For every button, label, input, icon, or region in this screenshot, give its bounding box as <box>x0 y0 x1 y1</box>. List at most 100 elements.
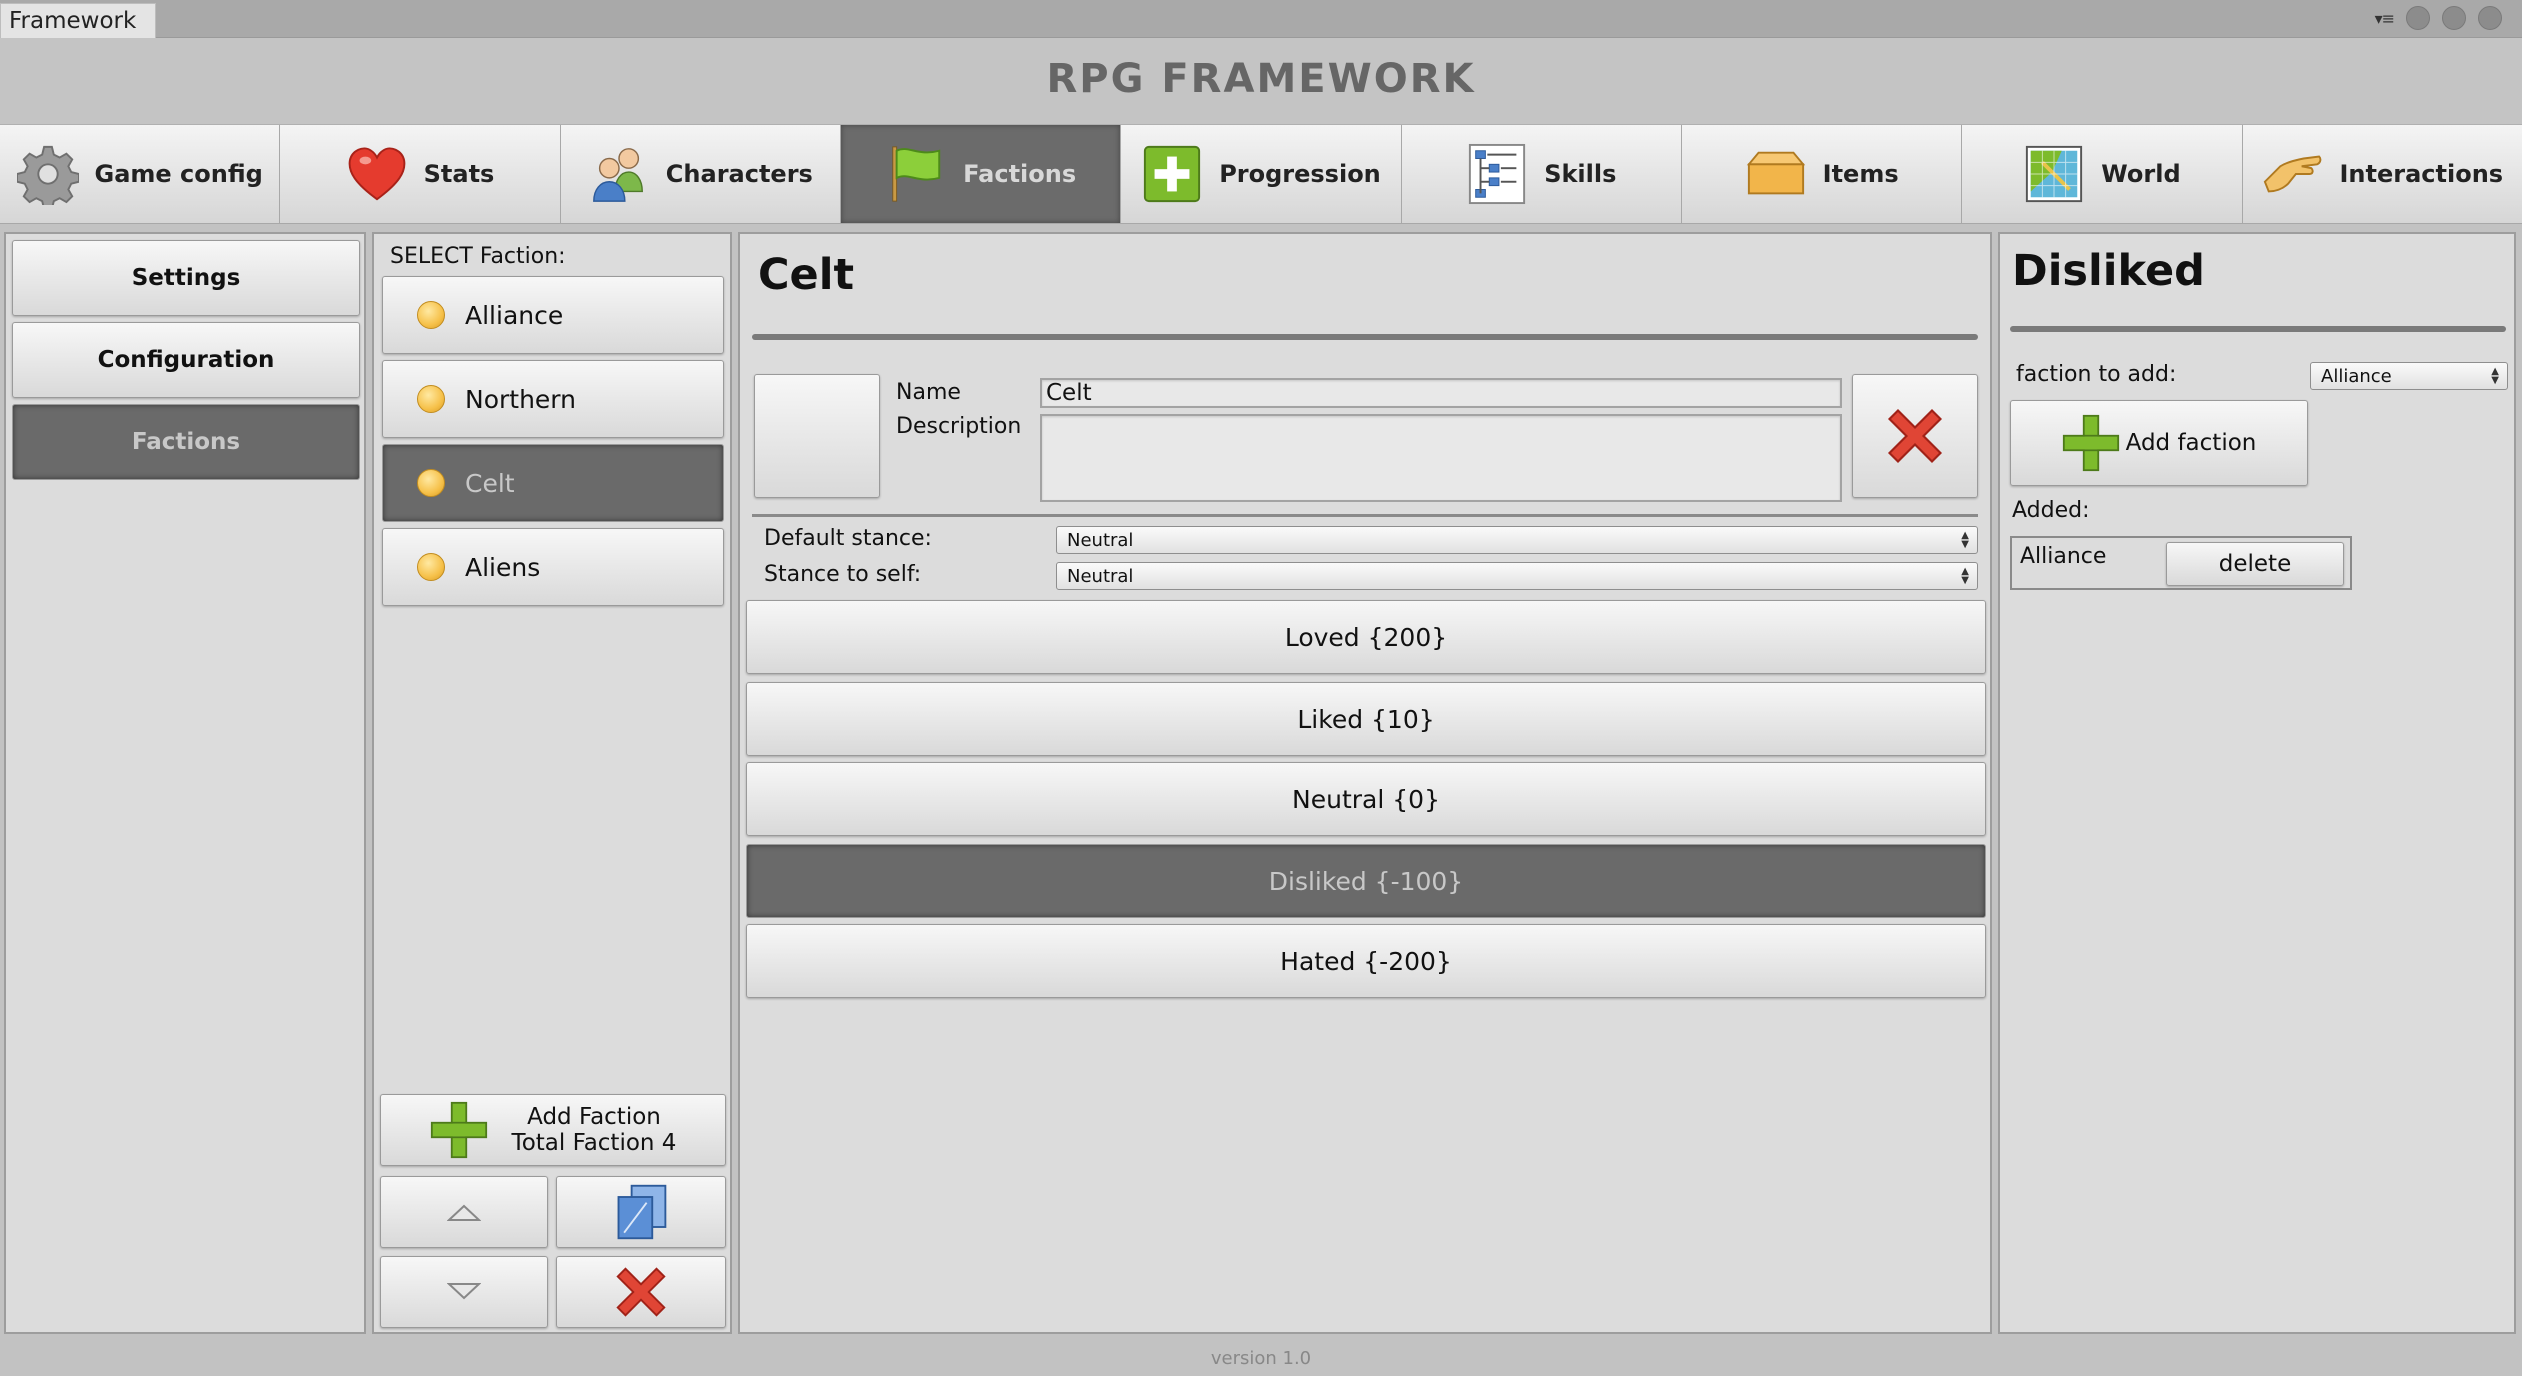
stance-to-self-value: Neutral <box>1067 565 1134 587</box>
faction-item-label: Alliance <box>465 300 564 330</box>
name-label: Name <box>896 380 961 405</box>
stance-hated-button[interactable]: Hated {-200} <box>746 924 1986 998</box>
tab-stats[interactable]: Stats <box>280 125 561 223</box>
close-icon <box>1887 408 1943 464</box>
tab-characters[interactable]: Characters <box>560 125 841 223</box>
faction-dot-icon <box>417 385 445 413</box>
chevron-up-icon <box>447 1204 481 1221</box>
box-icon <box>1746 151 1805 195</box>
sidebar-item-label: Configuration <box>97 347 275 373</box>
stance-loved-button[interactable]: Loved {200} <box>746 600 1986 674</box>
tab-game-config[interactable]: Game config <box>0 125 281 223</box>
faction-to-add-value: Alliance <box>2321 365 2392 387</box>
added-label: Added: <box>2012 498 2090 523</box>
faction-title: Celt <box>758 250 855 300</box>
description-field[interactable] <box>1040 414 1842 502</box>
window-titlebar <box>0 0 2522 38</box>
add-faction-button[interactable]: Add Faction Total Faction 4 <box>380 1094 726 1166</box>
tab-items[interactable]: Items <box>1681 125 1963 223</box>
stance-disliked-button[interactable]: Disliked {-100} <box>746 844 1986 918</box>
total-faction-count: Total Faction 4 <box>511 1130 677 1156</box>
faction-list-panel: SELECT Faction: Alliance Northern Celt A… <box>372 232 732 1334</box>
map-icon <box>2026 145 2083 203</box>
move-up-button[interactable] <box>380 1176 548 1248</box>
tab-world[interactable]: World <box>1962 125 2243 223</box>
plus-icon <box>2062 414 2119 472</box>
window-maximize-button[interactable] <box>2442 6 2466 30</box>
faction-list-header: SELECT Faction: <box>390 244 566 269</box>
users-icon <box>592 148 643 202</box>
move-down-button[interactable] <box>380 1256 548 1328</box>
delete-faction-button[interactable] <box>556 1256 726 1328</box>
add-faction-label: Add faction <box>2125 430 2257 456</box>
sidebar-item-configuration[interactable]: Configuration <box>12 322 360 398</box>
stance-detail-panel: Disliked faction to add: Alliance ▲ ▼ Add… <box>1998 232 2516 1334</box>
delete-label: delete <box>2218 551 2292 577</box>
stance-label: Neutral {0} <box>1292 784 1440 814</box>
default-stance-label: Default stance: <box>764 526 932 551</box>
window-controls: ▾≡ <box>2375 6 2502 30</box>
stance-label: Hated {-200} <box>1280 946 1452 976</box>
add-related-faction-button[interactable]: Add faction <box>2010 400 2308 486</box>
stance-detail-divider <box>2010 326 2506 332</box>
faction-item-celt[interactable]: Celt <box>382 444 724 522</box>
name-field[interactable] <box>1040 378 1842 408</box>
window-tab[interactable]: Framework <box>0 3 156 38</box>
delete-name-button[interactable] <box>1852 374 1978 498</box>
copy-icon <box>617 1184 667 1240</box>
default-stance-select[interactable]: Neutral ▲ ▼ <box>1056 526 1978 554</box>
added-faction-row: Alliance delete <box>2010 536 2352 590</box>
window-menu-icon[interactable]: ▾≡ <box>2375 9 2395 28</box>
pointing-hand-icon <box>2264 155 2322 193</box>
sidebar-panel: Settings Configuration Factions <box>4 232 366 1334</box>
select-arrows-icon: ▲ ▼ <box>2491 366 2499 386</box>
title-divider <box>752 334 1978 340</box>
tab-interactions[interactable]: Interactions <box>2242 125 2522 223</box>
tab-progression[interactable]: Progression <box>1121 125 1402 223</box>
tab-label: World <box>2101 160 2181 188</box>
faction-item-northern[interactable]: Northern <box>382 360 724 438</box>
select-arrows-icon: ▲ ▼ <box>1961 530 1969 550</box>
faction-icon-slot[interactable] <box>754 374 880 498</box>
faction-to-add-label: faction to add: <box>2016 362 2177 387</box>
added-faction-name: Alliance <box>2020 544 2107 569</box>
faction-item-alliance[interactable]: Alliance <box>382 276 724 354</box>
description-label: Description <box>896 414 1022 439</box>
tab-label: Progression <box>1219 160 1381 188</box>
close-icon <box>616 1267 666 1317</box>
window-close-button[interactable] <box>2478 6 2502 30</box>
flag-icon <box>892 146 941 202</box>
tab-factions[interactable]: Factions <box>840 125 1122 223</box>
tab-label: Game config <box>94 160 263 188</box>
default-stance-value: Neutral <box>1067 529 1134 551</box>
faction-editor-panel: Celt Name Description Default stance: Ne… <box>738 232 1992 1334</box>
faction-item-label: Aliens <box>465 552 541 582</box>
app-title: RPG FRAMEWORK <box>1046 56 1476 102</box>
stance-neutral-button[interactable]: Neutral {0} <box>746 762 1986 836</box>
delete-added-faction-button[interactable]: delete <box>2166 542 2344 586</box>
sidebar-item-factions[interactable]: Factions <box>12 404 360 480</box>
sidebar-item-label: Factions <box>131 429 241 455</box>
sidebar-item-settings[interactable]: Settings <box>12 240 360 316</box>
select-arrows-icon: ▲ ▼ <box>1961 566 1969 586</box>
add-faction-label: Add Faction <box>527 1104 661 1130</box>
copy-faction-button[interactable] <box>556 1176 726 1248</box>
stance-detail-title: Disliked <box>2012 246 2205 296</box>
stance-liked-button[interactable]: Liked {10} <box>746 682 1986 756</box>
tab-label: Items <box>1822 160 1899 188</box>
window-minimize-button[interactable] <box>2406 6 2430 30</box>
stance-to-self-select[interactable]: Neutral ▲ ▼ <box>1056 562 1978 590</box>
add-faction-text: Add Faction Total Faction 4 <box>512 1104 677 1156</box>
faction-to-add-select[interactable]: Alliance ▲ ▼ <box>2310 362 2508 390</box>
heart-icon <box>348 147 405 201</box>
tab-label: Characters <box>665 160 813 188</box>
plus-box-icon <box>1144 145 1201 203</box>
tab-skills[interactable]: Skills <box>1401 125 1682 223</box>
app-header: RPG FRAMEWORK <box>0 38 2522 124</box>
editor-divider <box>752 514 1978 517</box>
faction-item-label: Celt <box>465 468 515 498</box>
version-label: version 1.0 <box>1210 1348 1312 1369</box>
gear-icon <box>16 145 79 205</box>
faction-item-aliens[interactable]: Aliens <box>382 528 724 606</box>
faction-dot-icon <box>417 553 445 581</box>
